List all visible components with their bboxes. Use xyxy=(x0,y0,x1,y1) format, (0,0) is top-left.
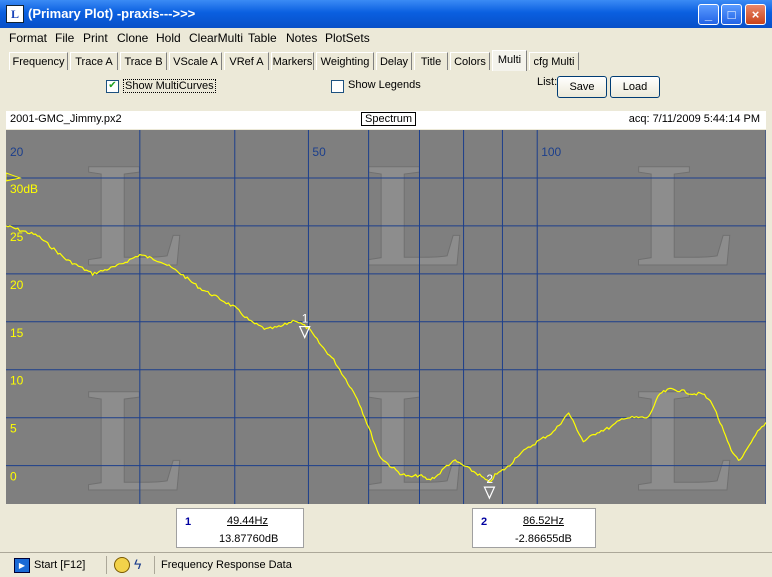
watermark-logo: L xyxy=(366,357,466,504)
start-label[interactable]: Start [F12] xyxy=(34,559,85,571)
y-tick-label: 10 xyxy=(10,374,24,388)
tab-vscale-a[interactable]: VScale A xyxy=(169,52,222,70)
marker-readout-1[interactable]: 1 49.44Hz 13.87760dB xyxy=(176,508,304,548)
menu-bar: Format File Print Clone Hold ClearMulti … xyxy=(0,28,772,48)
menu-plotsets[interactable]: PlotSets xyxy=(325,31,370,45)
mode-label[interactable]: Spectrum xyxy=(361,112,417,126)
plot-area[interactable]: LLLLLL 20 50 100 30dB 25 20 15 10 5 0 12 xyxy=(6,130,766,504)
maximize-button[interactable]: □ xyxy=(721,4,742,25)
list-label: List: xyxy=(537,76,558,88)
tab-trace-b[interactable]: Trace B xyxy=(120,52,167,70)
load-button[interactable]: Load xyxy=(610,76,660,98)
minimize-button[interactable]: _ xyxy=(698,4,719,25)
lightning-icon[interactable]: ϟ xyxy=(134,556,141,572)
marker-number: 1 xyxy=(185,516,192,528)
x-tick-label: 100 xyxy=(541,145,561,159)
show-multicurves-checkbox[interactable]: ✔ xyxy=(106,80,119,93)
y-tick-label: 30dB xyxy=(10,182,38,196)
tab-markers[interactable]: Markers xyxy=(271,52,314,70)
status-text: Frequency Response Data xyxy=(161,559,292,571)
title-bar: L (Primary Plot) -praxis--->>> _ □ × xyxy=(0,0,772,28)
window-title: (Primary Plot) -praxis--->>> xyxy=(28,6,196,21)
watermark-logo: L xyxy=(86,357,186,504)
acquisition-time: acq: 7/11/2009 5:44:14 PM xyxy=(628,113,760,125)
marker-frequency[interactable]: 86.52Hz xyxy=(523,515,564,527)
y-tick-label: 20 xyxy=(10,278,24,292)
file-name: 2001-GMC_Jimmy.px2 xyxy=(10,113,122,125)
watermark-logos: L L LL L L xyxy=(86,132,737,505)
status-bar: ▶ Start [F12] ϟ Frequency Response Data xyxy=(0,552,772,577)
x-tick-label: 20 xyxy=(10,145,24,159)
marker-1-label[interactable]: 1 xyxy=(302,312,309,326)
watermark-logo: L xyxy=(86,132,186,298)
menu-clone[interactable]: Clone xyxy=(117,31,148,45)
tab-trace-a[interactable]: Trace A xyxy=(70,52,118,70)
multi-panel: ✔ Show MultiCurves Show Legends List: Sa… xyxy=(0,72,772,104)
menu-format[interactable]: Format xyxy=(9,31,47,45)
marker-number: 2 xyxy=(481,516,488,528)
reference-level-marker xyxy=(6,172,22,182)
menu-notes[interactable]: Notes xyxy=(286,31,317,45)
menu-print[interactable]: Print xyxy=(83,31,108,45)
tab-delay[interactable]: Delay xyxy=(376,52,412,70)
y-tick-label: 0 xyxy=(10,470,17,484)
marker-2-triangle[interactable] xyxy=(483,486,496,500)
menu-clearmulti[interactable]: ClearMulti xyxy=(189,31,243,45)
plot-info-bar: 2001-GMC_Jimmy.px2 Spectrum acq: 7/11/20… xyxy=(6,111,766,129)
clock-icon[interactable] xyxy=(114,557,130,573)
save-button[interactable]: Save xyxy=(557,76,607,98)
marker-readout-2[interactable]: 2 86.52Hz -2.86655dB xyxy=(472,508,596,548)
watermark-logo: L xyxy=(366,132,466,298)
tab-weighting[interactable]: Weighting xyxy=(316,52,374,70)
menu-table[interactable]: Table xyxy=(248,31,277,45)
tab-title[interactable]: Title xyxy=(414,52,448,70)
tab-colors[interactable]: Colors xyxy=(450,52,490,70)
tab-cfg-multi[interactable]: cfg Multi xyxy=(529,52,579,70)
y-tick-label: 15 xyxy=(10,326,24,340)
app-logo-icon[interactable]: L xyxy=(6,5,24,23)
tab-multi[interactable]: Multi xyxy=(492,50,527,71)
show-legends-label[interactable]: Show Legends xyxy=(348,79,421,91)
marker-value: -2.86655dB xyxy=(515,533,572,545)
marker-frequency[interactable]: 49.44Hz xyxy=(227,515,268,527)
show-legends-checkbox[interactable] xyxy=(331,80,344,93)
watermark-logo: L xyxy=(636,132,736,298)
show-multicurves-label[interactable]: Show MultiCurves xyxy=(123,79,216,93)
menu-file[interactable]: File xyxy=(55,31,74,45)
marker-2-label[interactable]: 2 xyxy=(486,472,493,486)
frequency-response-chart[interactable]: L L LL L L 20 50 10030dB2520151050 12 xyxy=(6,130,766,504)
y-tick-label: 5 xyxy=(10,422,17,436)
y-tick-label: 25 xyxy=(10,230,24,244)
tab-vref-a[interactable]: VRef A xyxy=(224,52,269,70)
status-separator xyxy=(106,556,107,574)
tab-strip: Frequency Trace A Trace B VScale A VRef … xyxy=(0,50,772,71)
marker-readout-panel: 1 49.44Hz 13.87760dB 2 86.52Hz -2.86655d… xyxy=(0,505,772,551)
x-tick-label: 50 xyxy=(312,145,326,159)
watermark-logo: L xyxy=(636,357,736,504)
menu-hold[interactable]: Hold xyxy=(156,31,181,45)
marker-value: 13.87760dB xyxy=(219,533,279,545)
close-button[interactable]: × xyxy=(745,4,766,25)
start-icon[interactable]: ▶ xyxy=(14,558,30,573)
tab-frequency[interactable]: Frequency xyxy=(9,52,68,70)
status-separator xyxy=(154,556,155,574)
